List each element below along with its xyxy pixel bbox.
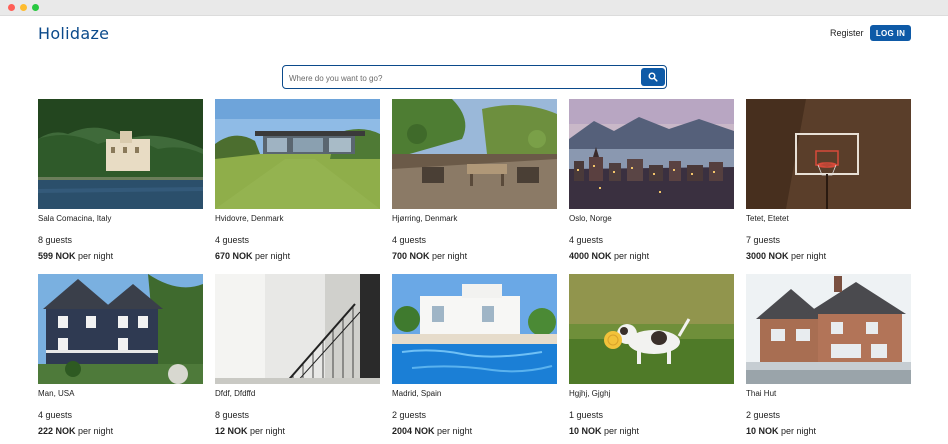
listing-price: 12 NOK (215, 426, 248, 436)
listing-price-line: 4000 NOK per night (569, 251, 734, 261)
close-window-dot[interactable] (8, 4, 15, 11)
listing-guests: 4 guests (38, 410, 73, 420)
listing-price: 3000 NOK (746, 251, 789, 261)
listing-location: Thai Hut (746, 389, 777, 398)
listing-guests: 1 guests (569, 410, 604, 420)
listing-price: 10 NOK (569, 426, 602, 436)
listing-location: Oslo, Norge (569, 214, 612, 223)
listing-location: Man, USA (38, 389, 75, 398)
listing-price: 599 NOK (38, 251, 76, 261)
listing-location: Hjørring, Denmark (392, 214, 458, 223)
listing-guests: 8 guests (38, 235, 73, 245)
listing-guests: 2 guests (392, 410, 427, 420)
listing-location: Tetet, Etetet (746, 214, 789, 223)
listing-guests: 2 guests (746, 410, 781, 420)
listing-price-line: 10 NOK per night (569, 426, 734, 436)
listing-price-line: 2004 NOK per night (392, 426, 557, 436)
search-button[interactable] (641, 68, 665, 86)
listing-image-basketball-hoop[interactable] (746, 99, 911, 209)
listing-card[interactable]: Hgjhj, Gjghj 1 guests 10 NOK per night (569, 274, 734, 436)
listing-image-dog-frisbee[interactable] (569, 274, 734, 384)
listing-location: Hvidovre, Denmark (215, 214, 284, 223)
listing-price-suffix: per night (250, 426, 286, 436)
listing-location: Dfdf, Dfdffd (215, 389, 256, 398)
listing-price-suffix: per night (78, 251, 114, 261)
listing-guests: 8 guests (215, 410, 250, 420)
listing-price-line: 670 NOK per night (215, 251, 380, 261)
listing-price: 222 NOK (38, 426, 76, 436)
listing-price-suffix: per night (604, 426, 640, 436)
listing-guests: 7 guests (746, 235, 781, 245)
listing-card[interactable]: Madrid, Spain 2 guests 2004 NOK per nigh… (392, 274, 557, 436)
listing-price: 2004 NOK (392, 426, 435, 436)
listing-price-line: 10 NOK per night (746, 426, 911, 436)
listing-image-white-staircase[interactable] (215, 274, 380, 384)
listing-guests: 4 guests (392, 235, 427, 245)
site-header: Holidaze Register LOG IN (0, 16, 948, 58)
listing-image-blue-house[interactable] (38, 274, 203, 384)
listing-price-suffix: per night (781, 426, 817, 436)
listing-price-line: 700 NOK per night (392, 251, 557, 261)
listing-price-suffix: per night (255, 251, 291, 261)
listing-card[interactable]: Thai Hut 2 guests 10 NOK per night (746, 274, 911, 436)
listing-card[interactable]: Hvidovre, Denmark 4 guests 670 NOK per n… (215, 99, 380, 261)
listing-image-modern-house-lawn[interactable] (215, 99, 380, 209)
login-button[interactable]: LOG IN (870, 25, 911, 41)
browser-chrome (0, 0, 948, 16)
listing-image-garden-patio[interactable] (392, 99, 557, 209)
listing-price-suffix: per night (614, 251, 650, 261)
listing-price-line: 599 NOK per night (38, 251, 203, 261)
listing-card[interactable]: Oslo, Norge 4 guests 4000 NOK per night (569, 99, 734, 261)
listing-image-city-mountains[interactable] (569, 99, 734, 209)
listing-price-suffix: per night (437, 426, 473, 436)
search-icon (648, 72, 658, 82)
listing-price: 670 NOK (215, 251, 253, 261)
listing-card[interactable]: Tetet, Etetet 7 guests 3000 NOK per nigh… (746, 99, 911, 261)
listing-price-suffix: per night (791, 251, 827, 261)
listing-card[interactable]: Dfdf, Dfdffd 8 guests 12 NOK per night (215, 274, 380, 436)
listing-card[interactable]: Sala Comacina, Italy 8 guests 599 NOK pe… (38, 99, 203, 261)
listing-guests: 4 guests (215, 235, 250, 245)
listing-card[interactable]: Man, USA 4 guests 222 NOK per night (38, 274, 203, 436)
listing-price: 4000 NOK (569, 251, 612, 261)
listing-price-line: 12 NOK per night (215, 426, 380, 436)
listing-price: 700 NOK (392, 251, 430, 261)
listing-image-lake-villa[interactable] (38, 99, 203, 209)
listing-price-suffix: per night (78, 426, 114, 436)
listing-location: Sala Comacina, Italy (38, 214, 112, 223)
listing-image-brick-house[interactable] (746, 274, 911, 384)
listing-guests: 4 guests (569, 235, 604, 245)
listing-price-line: 3000 NOK per night (746, 251, 911, 261)
listing-location: Madrid, Spain (392, 389, 442, 398)
logo[interactable]: Holidaze (38, 24, 109, 43)
listing-location: Hgjhj, Gjghj (569, 389, 611, 398)
listing-price-line: 222 NOK per night (38, 426, 203, 436)
minimize-window-dot[interactable] (20, 4, 27, 11)
listing-price: 10 NOK (746, 426, 779, 436)
search-bar (282, 65, 667, 89)
search-input[interactable] (289, 72, 629, 84)
listing-card[interactable]: Hjørring, Denmark 4 guests 700 NOK per n… (392, 99, 557, 261)
listing-price-suffix: per night (432, 251, 468, 261)
listing-image-pool-villa[interactable] (392, 274, 557, 384)
register-link[interactable]: Register (830, 28, 864, 38)
maximize-window-dot[interactable] (32, 4, 39, 11)
